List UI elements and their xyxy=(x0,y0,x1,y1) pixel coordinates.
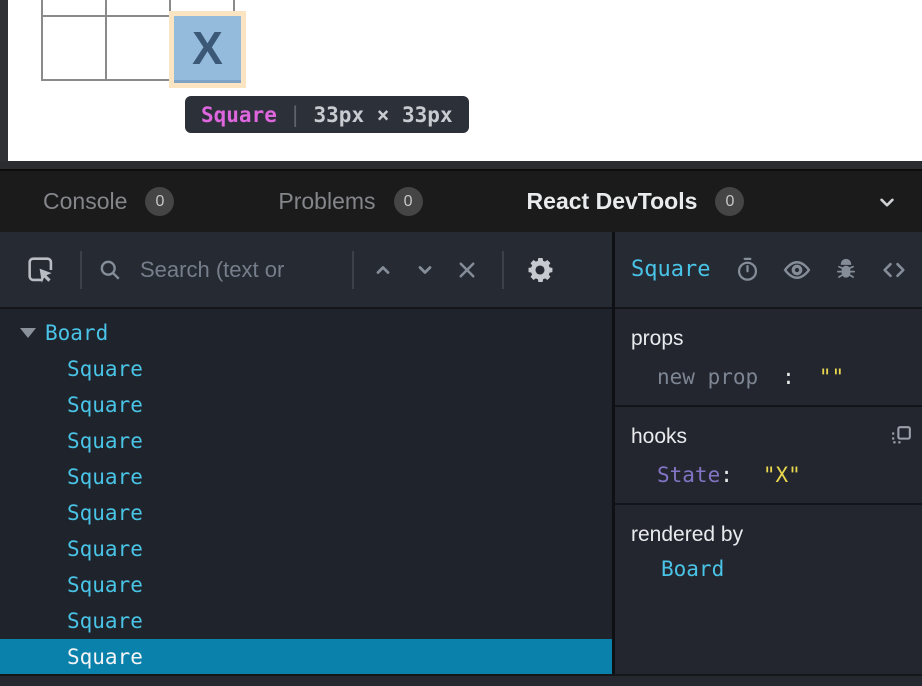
component-name: Square xyxy=(67,537,143,561)
bug-icon[interactable] xyxy=(833,257,859,283)
toolbar-separator xyxy=(352,251,354,289)
chevron-down-icon[interactable] xyxy=(874,189,900,215)
expander-icon[interactable] xyxy=(20,328,36,338)
page-content: X Square | 33px × 33px xyxy=(0,0,922,161)
toolbar-separator xyxy=(80,251,82,289)
toolbar-separator xyxy=(502,251,504,289)
tab-console[interactable]: Console 0 xyxy=(43,171,226,232)
tab-problems[interactable]: Problems 0 xyxy=(226,171,474,232)
rendered-by-header: rendered by xyxy=(631,523,922,547)
component-name: Square xyxy=(67,609,143,633)
component-name: Square xyxy=(67,501,143,525)
search-icon xyxy=(96,256,124,284)
gear-icon[interactable] xyxy=(524,254,556,286)
details-toolbar: Square xyxy=(615,232,922,309)
tree-row-square[interactable]: Square xyxy=(0,531,612,567)
board-cell[interactable] xyxy=(43,0,107,17)
board-cell[interactable] xyxy=(107,17,171,81)
component-name: Board xyxy=(45,321,108,345)
selected-component-title: Square xyxy=(631,257,710,282)
component-name: Square xyxy=(67,357,143,381)
tree-row-square-selected[interactable]: Square xyxy=(0,639,612,675)
component-name: Square xyxy=(67,645,143,669)
inspect-highlight-padding: X xyxy=(169,11,246,88)
components-tree-panel: Board Square Square Square Square Square… xyxy=(0,232,612,686)
owner-link-board[interactable]: Board xyxy=(631,557,922,581)
new-prop-name-input[interactable]: new prop xyxy=(657,365,758,389)
component-name: Square xyxy=(67,429,143,453)
tab-console-badge: 0 xyxy=(145,187,174,216)
tooltip-dimensions: 33px × 33px xyxy=(314,103,453,127)
props-section: props new prop : "" xyxy=(615,309,922,407)
tab-react-devtools-label: React DevTools xyxy=(527,188,698,215)
browser-viewport: X Square | 33px × 33px Console 0 Problem… xyxy=(0,0,922,686)
tree-row-square[interactable]: Square xyxy=(0,351,612,387)
tree-row-square[interactable]: Square xyxy=(0,423,612,459)
component-name: Square xyxy=(67,573,143,597)
rendered-by-section: rendered by Board xyxy=(615,505,922,597)
drawer-resize-handle[interactable] xyxy=(0,161,922,169)
board-cell[interactable] xyxy=(43,17,107,81)
board-cell[interactable] xyxy=(107,0,171,17)
component-name: Square xyxy=(67,393,143,417)
select-element-icon[interactable] xyxy=(24,253,58,287)
colon: : xyxy=(782,365,795,389)
hook-name: State xyxy=(657,463,720,487)
tree-row-square[interactable]: Square xyxy=(0,387,612,423)
code-brackets-icon[interactable] xyxy=(880,256,908,284)
colon: : xyxy=(720,463,733,487)
hooks-header: hooks xyxy=(631,425,922,449)
tree-row-square[interactable]: Square xyxy=(0,495,612,531)
hooks-section: hooks State : "X" xyxy=(615,407,922,505)
horizontal-scrollbar-track[interactable] xyxy=(0,674,922,686)
tab-console-label: Console xyxy=(43,188,127,215)
new-prop-value-input[interactable]: "" xyxy=(819,365,844,389)
parse-hook-names-icon[interactable] xyxy=(889,423,914,453)
close-icon[interactable] xyxy=(452,255,482,285)
state-hook-row: State : "X" xyxy=(631,463,922,487)
tree-row-board[interactable]: Board xyxy=(0,315,612,351)
page-left-edge xyxy=(0,0,8,161)
tree-row-square[interactable]: Square xyxy=(0,567,612,603)
chevron-up-icon[interactable] xyxy=(368,255,398,285)
tab-problems-label: Problems xyxy=(278,188,375,215)
tab-react-devtools[interactable]: React DevTools 0 xyxy=(475,171,797,232)
hook-value-input[interactable]: "X" xyxy=(763,463,801,487)
tooltip-component-name: Square xyxy=(201,103,277,127)
component-name: Square xyxy=(67,465,143,489)
drawer-tab-bar: Console 0 Problems 0 React DevTools 0 xyxy=(0,171,922,232)
eye-icon[interactable] xyxy=(782,255,812,285)
inspect-tooltip: Square | 33px × 33px xyxy=(185,96,469,133)
component-tree: Board Square Square Square Square Square… xyxy=(0,309,612,675)
new-prop-row[interactable]: new prop : "" xyxy=(631,365,922,389)
inspect-highlight-square[interactable]: X xyxy=(174,16,241,83)
component-details-panel: Square xyxy=(615,232,922,686)
tab-react-devtools-badge: 0 xyxy=(715,187,744,216)
stopwatch-icon[interactable] xyxy=(734,256,761,283)
search-input[interactable] xyxy=(140,257,352,283)
tooltip-separator: | xyxy=(289,103,302,127)
tab-problems-badge: 0 xyxy=(394,187,423,216)
react-devtools-panel: Board Square Square Square Square Square… xyxy=(0,232,922,686)
props-header: props xyxy=(631,327,922,351)
tree-row-square[interactable]: Square xyxy=(0,459,612,495)
tree-toolbar xyxy=(0,232,612,309)
tree-row-square[interactable]: Square xyxy=(0,603,612,639)
chevron-down-icon[interactable] xyxy=(410,255,440,285)
